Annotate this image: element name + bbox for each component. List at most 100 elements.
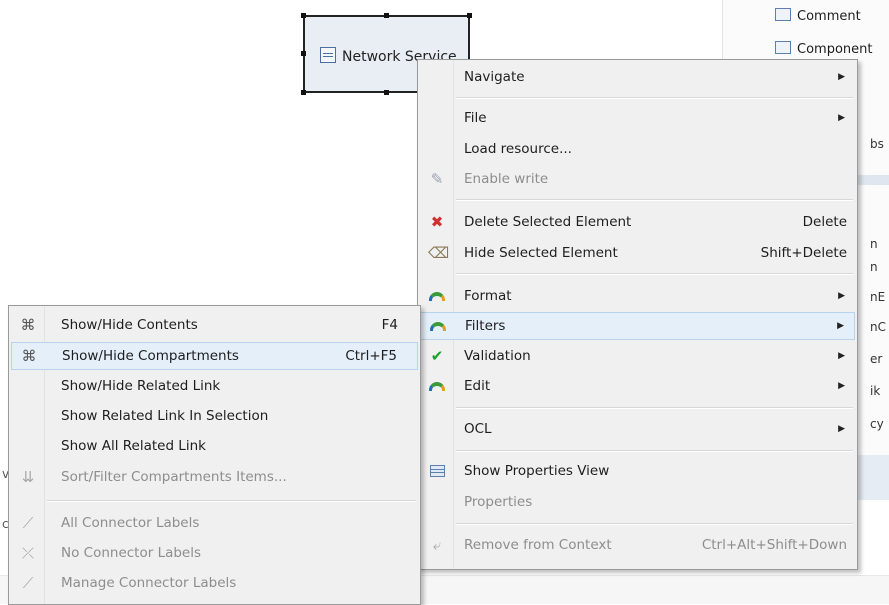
menu-separator [456, 199, 853, 201]
all-labels-icon: ⟋ [22, 514, 34, 532]
menu-item-label: Show Properties View [464, 463, 610, 479]
eraser-icon: ⌫ [428, 244, 450, 262]
palette-item-label: Component [797, 42, 873, 57]
submenu-arrow-icon: ▶ [838, 424, 845, 434]
menu-item-label: OCL [464, 421, 492, 437]
menu-item-label: Filters [465, 318, 506, 334]
menu-item-sort-filter-compartments[interactable]: ⇊ Sort/Filter Compartments Items... [11, 463, 418, 491]
menu-item-properties[interactable]: Properties [420, 488, 855, 516]
menu-item-label: File [464, 110, 487, 126]
menu-item-label: Show/Hide Related Link [61, 378, 221, 394]
menu-item-label: Navigate [464, 69, 525, 85]
palette-fragment: ik [870, 384, 881, 398]
palette-fragment: n [870, 237, 878, 251]
menu-item-no-connector-labels[interactable]: ⤫ No Connector Labels [11, 539, 418, 567]
menu-item-show-hide-compartments[interactable]: ⌘ Show/Hide Compartments Ctrl+F5 [11, 342, 418, 370]
resize-handle[interactable] [384, 90, 389, 95]
menu-item-label: Show/Hide Contents [61, 317, 198, 333]
menu-item-shortcut: Ctrl+F5 [345, 348, 397, 364]
submenu-arrow-icon: ▶ [838, 351, 845, 361]
swirl-icon [429, 318, 447, 334]
menu-item-manage-connector-labels[interactable]: ⟋ Manage Connector Labels [11, 569, 418, 597]
menu-item-edit[interactable]: Edit ▶ [420, 372, 855, 400]
menu-item-label: Hide Selected Element [464, 245, 618, 261]
component-icon [775, 41, 791, 54]
check-icon: ✔ [430, 347, 444, 365]
menu-item-shortcut: F4 [381, 317, 398, 333]
palette-item-label: Comment [797, 9, 861, 24]
submenu-arrow-icon: ▶ [837, 321, 844, 331]
menu-item-show-hide-related-link[interactable]: Show/Hide Related Link [11, 372, 418, 400]
menu-item-label: Show Related Link In Selection [61, 408, 269, 424]
menu-item-show-hide-contents[interactable]: ⌘ Show/Hide Contents F4 [11, 311, 418, 339]
palette-fragment: cy [870, 417, 884, 431]
class-icon [320, 47, 336, 63]
resize-handle[interactable] [301, 51, 306, 56]
menu-item-shortcut: Delete [802, 214, 847, 230]
menu-item-label: Edit [464, 378, 491, 394]
menu-item-label: Show/Hide Compartments [62, 348, 239, 364]
resize-handle[interactable] [384, 13, 389, 18]
no-labels-icon: ⤫ [21, 544, 34, 562]
menu-separator [456, 407, 853, 409]
menu-item-format[interactable]: Format ▶ [420, 282, 855, 310]
swirl-icon [428, 288, 446, 304]
menu-item-label: All Connector Labels [61, 515, 200, 531]
menu-item-show-properties-view[interactable]: Show Properties View [420, 457, 855, 485]
menu-item-file[interactable]: File ▶ [420, 104, 855, 132]
palette-item-comment[interactable]: Comment [775, 6, 861, 28]
menu-separator [456, 273, 853, 275]
palette-fragment: bs [870, 137, 884, 151]
menu-item-enable-write[interactable]: ✎ Enable write [420, 165, 855, 193]
menu-item-delete-selected[interactable]: ✖ Delete Selected Element Delete [420, 208, 855, 236]
filters-submenu: ⌘ Show/Hide Contents F4 ⌘ Show/Hide Comp… [8, 305, 421, 605]
menu-item-label: Manage Connector Labels [61, 575, 237, 591]
sort-filter-icon: ⇊ [21, 468, 35, 486]
menu-separator [456, 97, 853, 99]
resize-handle[interactable] [301, 13, 306, 18]
resize-handle[interactable] [467, 13, 472, 18]
resize-handle[interactable] [301, 90, 306, 95]
submenu-arrow-icon: ▶ [838, 381, 845, 391]
menu-item-shortcut: Ctrl+Alt+Shift+Down [701, 537, 847, 553]
remove-context-icon: ⤶ [432, 536, 442, 554]
menu-item-label: No Connector Labels [61, 545, 202, 561]
menu-item-validation[interactable]: ✔ Validation ▶ [420, 342, 855, 370]
properties-icon [428, 463, 446, 479]
palette-fragment: n [870, 260, 878, 274]
menu-item-label: Properties [464, 494, 533, 510]
palette-fragment: nE [870, 290, 886, 304]
submenu-arrow-icon: ▶ [838, 113, 845, 123]
menu-item-remove-from-context[interactable]: ⤶ Remove from Context Ctrl+Alt+Shift+Dow… [420, 531, 855, 559]
menu-separator [47, 500, 416, 502]
menu-item-label: Remove from Context [464, 537, 612, 553]
palette-fragment: er [870, 352, 883, 366]
menu-item-navigate[interactable]: Navigate ▶ [420, 63, 855, 91]
menu-item-hide-selected[interactable]: ⌫ Hide Selected Element Shift+Delete [420, 239, 855, 267]
menu-item-ocl[interactable]: OCL ▶ [420, 415, 855, 443]
swirl-icon [428, 378, 446, 394]
menu-item-label: Delete Selected Element [464, 214, 632, 230]
submenu-arrow-icon: ▶ [838, 72, 845, 82]
menu-item-show-all-related-link[interactable]: Show All Related Link [11, 432, 418, 460]
menu-item-label: Validation [464, 348, 531, 364]
menu-item-all-connector-labels[interactable]: ⟋ All Connector Labels [11, 509, 418, 537]
comment-icon [775, 8, 791, 21]
delete-icon: ✖ [430, 213, 444, 231]
menu-item-label: Show All Related Link [61, 438, 206, 454]
manage-labels-icon: ⟋ [22, 574, 34, 592]
menu-item-load-resource[interactable]: Load resource... [420, 135, 855, 163]
context-menu: Navigate ▶ File ▶ Load resource... ✎ Ena… [417, 59, 858, 570]
pencil-icon: ✎ [430, 170, 444, 188]
menu-item-show-related-link-in-selection[interactable]: Show Related Link In Selection [11, 402, 418, 430]
menu-item-label: Enable write [464, 171, 549, 187]
palette-item-component[interactable]: Component [775, 39, 872, 61]
show-hide-compartments-icon: ⌘ [21, 347, 37, 365]
menu-item-label: Format [464, 288, 512, 304]
menu-separator [456, 450, 853, 452]
menu-item-label: Sort/Filter Compartments Items... [61, 469, 287, 485]
menu-item-filters[interactable]: Filters ▶ [420, 312, 855, 340]
submenu-arrow-icon: ▶ [838, 291, 845, 301]
menu-item-label: Load resource... [464, 141, 572, 157]
menu-item-shortcut: Shift+Delete [760, 245, 847, 261]
